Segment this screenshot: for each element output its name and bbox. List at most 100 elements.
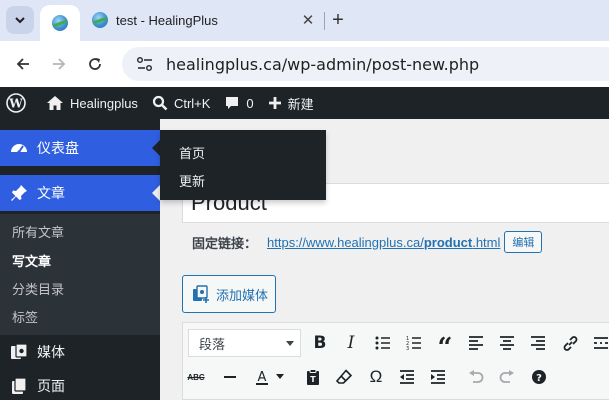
read-more-button[interactable] <box>588 330 609 356</box>
chevron-down-icon <box>15 17 25 24</box>
indent-button[interactable] <box>425 364 451 390</box>
bold-icon: B <box>313 333 327 353</box>
media-icon <box>9 342 29 362</box>
browser-tab-test[interactable]: test - HealingPlus ✕ <box>84 5 324 35</box>
address-bar[interactable]: healingplus.ca/wp-admin/post-new.php <box>122 47 609 81</box>
undo-button[interactable] <box>463 364 489 390</box>
format-select-value: 段落 <box>199 336 226 352</box>
horizontal-line-button[interactable] <box>217 364 243 390</box>
arrow-right-icon <box>53 58 66 70</box>
numbered-list-icon: 123 <box>406 336 421 350</box>
tab-close-icon[interactable]: ✕ <box>298 10 318 30</box>
search-icon <box>152 95 168 111</box>
indent-icon <box>431 370 445 384</box>
tab-divider <box>324 12 325 30</box>
editor-toolbar: 段落 B I 123 “ ABC A T Ω ? <box>182 322 609 400</box>
redo-button[interactable] <box>494 364 520 390</box>
italic-button[interactable]: I <box>338 330 364 356</box>
sidebar-item-label: 媒体 <box>37 344 65 360</box>
sidebar-item-media[interactable]: 媒体 <box>0 335 160 369</box>
align-right-button[interactable] <box>525 330 551 356</box>
browser-tab-strip: test - HealingPlus ✕ + <box>0 0 609 41</box>
text-color-dropdown[interactable] <box>273 364 287 390</box>
sidebar-item-posts[interactable]: 文章 <box>0 175 160 211</box>
flyout-item-updates[interactable]: 更新 <box>179 171 205 190</box>
sidebar-item-dashboard[interactable]: 仪表盘 <box>0 130 160 166</box>
svg-text:T: T <box>310 375 316 384</box>
clear-formatting-button[interactable] <box>331 364 357 390</box>
site-favicon-icon <box>92 12 108 28</box>
arrow-left-icon <box>16 58 29 70</box>
align-center-button[interactable] <box>494 330 520 356</box>
link-icon <box>563 335 577 351</box>
site-info-icon[interactable] <box>134 53 156 75</box>
sidebar-item-label: 页面 <box>37 378 65 394</box>
strikethrough-button[interactable]: ABC <box>183 364 209 390</box>
paste-as-text-button[interactable]: T <box>300 364 326 390</box>
add-media-button[interactable]: 添加媒体 <box>182 275 276 313</box>
tab-search-button[interactable] <box>6 6 34 34</box>
url-text: healingplus.ca/wp-admin/post-new.php <box>166 54 480 74</box>
menu-pointer-arrow <box>152 185 160 201</box>
edit-permalink-button[interactable]: 编辑 <box>504 231 543 253</box>
permalink-link[interactable]: https://www.healingplus.ca/product.html <box>267 235 500 250</box>
read-more-icon <box>594 337 608 349</box>
align-right-icon <box>531 336 545 350</box>
text-color-icon: A <box>256 370 268 385</box>
clipboard-text-icon: T <box>307 369 319 385</box>
caret-down-icon <box>286 341 294 346</box>
undo-icon <box>469 370 484 383</box>
submenu-item-all-posts[interactable]: 所有文章 <box>12 222 64 241</box>
submenu-item-tags[interactable]: 标签 <box>12 307 38 326</box>
pages-icon <box>9 376 29 396</box>
plus-icon <box>268 97 281 109</box>
special-character-button[interactable]: Ω <box>363 364 389 390</box>
dashboard-gauge-icon <box>9 138 29 158</box>
italic-icon: I <box>347 333 355 353</box>
text-color-button[interactable]: A <box>249 364 275 390</box>
svg-text:3: 3 <box>406 346 409 350</box>
home-icon <box>47 96 63 110</box>
site-name-link[interactable]: Healingplus <box>39 87 145 119</box>
outdent-icon <box>400 370 414 384</box>
svg-text:?: ? <box>536 373 542 384</box>
posts-submenu: 所有文章 写文章 分类目录 标签 <box>0 214 160 335</box>
paragraph-format-select[interactable]: 段落 <box>188 329 301 357</box>
sidebar-item-pages[interactable]: 页面 <box>0 369 160 400</box>
new-content-label: 新建 <box>287 96 314 112</box>
back-button[interactable] <box>8 49 38 79</box>
align-left-button[interactable] <box>463 330 489 356</box>
numbered-list-button[interactable]: 123 <box>401 330 427 356</box>
omega-icon: Ω <box>369 367 383 386</box>
eraser-icon <box>336 369 352 384</box>
forward-button[interactable] <box>44 49 74 79</box>
align-left-icon <box>469 336 483 350</box>
add-media-icon <box>193 285 209 303</box>
blockquote-button[interactable]: “ <box>432 330 458 363</box>
insert-link-button[interactable] <box>557 330 583 356</box>
sidebar-item-label: 文章 <box>37 185 65 201</box>
browser-toolbar: healingplus.ca/wp-admin/post-new.php <box>0 41 609 87</box>
sidebar-item-label: 仪表盘 <box>37 140 79 156</box>
reload-button[interactable] <box>80 49 110 79</box>
command-palette-button[interactable]: Ctrl+K <box>145 87 217 119</box>
bold-button[interactable]: B <box>307 330 333 356</box>
pushpin-icon <box>9 183 29 203</box>
align-center-icon <box>500 336 514 350</box>
outdent-button[interactable] <box>394 364 420 390</box>
caret-down-icon <box>276 374 284 379</box>
browser-tab-active[interactable] <box>40 5 80 41</box>
site-name-label: Healingplus <box>70 95 138 111</box>
submenu-item-new-post[interactable]: 写文章 <box>12 251 51 270</box>
search-shortcut-label: Ctrl+K <box>173 95 211 111</box>
submenu-item-categories[interactable]: 分类目录 <box>12 279 64 298</box>
bullet-list-button[interactable] <box>370 330 396 356</box>
permalink-label: 固定链接： <box>192 235 258 251</box>
new-content-menu[interactable]: 新建 <box>261 87 321 119</box>
new-tab-button[interactable]: + <box>326 8 350 32</box>
comments-link[interactable]: 0 <box>217 87 260 119</box>
flyout-item-home[interactable]: 首页 <box>179 143 205 162</box>
keyboard-shortcuts-button[interactable]: ? <box>526 364 552 390</box>
wp-logo-button[interactable]: W <box>0 87 39 119</box>
blockquote-icon: “ <box>437 333 453 363</box>
